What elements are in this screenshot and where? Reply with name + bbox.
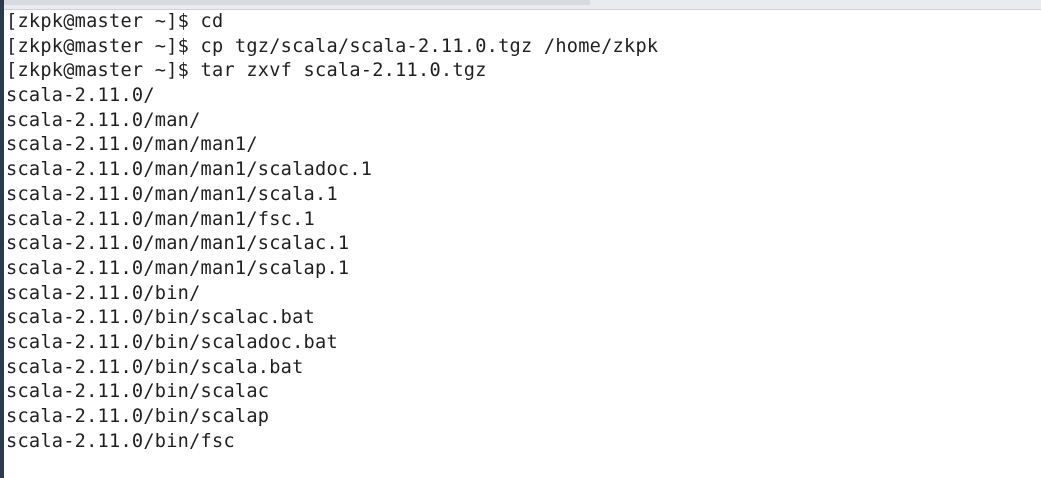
terminal-line: scala-2.11.0/man/man1/scalac.1 <box>6 233 350 255</box>
terminal-line: scala-2.11.0/man/man1/ <box>6 134 258 156</box>
terminal-line: [zkpk@master ~]$ cd <box>6 11 224 32</box>
window-left-edge <box>0 0 4 478</box>
terminal-line: scala-2.11.0/bin/fsc <box>6 430 235 452</box>
terminal-line: scala-2.11.0/bin/scalac.bat <box>6 307 315 329</box>
terminal-line: scala-2.11.0/man/man1/scaladoc.1 <box>6 159 373 181</box>
terminal-line: scala-2.11.0/man/man1/scala.1 <box>6 183 338 205</box>
window-title-remnant <box>0 0 590 5</box>
terminal-line: scala-2.11.0/bin/scaladoc.bat <box>6 331 338 353</box>
terminal-window: [zkpk@master ~]$ cd [zkpk@master ~]$ cp … <box>0 0 1041 478</box>
terminal-line: scala-2.11.0/man/ <box>6 109 201 131</box>
terminal-line: scala-2.11.0/ <box>6 85 155 107</box>
terminal-line: scala-2.11.0/bin/scalap <box>6 406 270 427</box>
window-top-strip <box>0 0 1041 10</box>
terminal-line: scala-2.11.0/bin/scala.bat <box>6 356 304 378</box>
terminal-line: [zkpk@master ~]$ tar zxvf scala-2.11.0.t… <box>6 60 487 82</box>
terminal-line: [zkpk@master ~]$ cp tgz/scala/scala-2.11… <box>6 35 659 57</box>
terminal-line: scala-2.11.0/man/man1/fsc.1 <box>6 208 315 230</box>
terminal-scrollbar[interactable] <box>1031 10 1041 476</box>
terminal-line: scala-2.11.0/man/man1/scalap.1 <box>6 257 350 279</box>
terminal-output[interactable]: [zkpk@master ~]$ cd [zkpk@master ~]$ cp … <box>6 10 1026 476</box>
terminal-line: scala-2.11.0/bin/scalac <box>6 381 270 403</box>
terminal-line: scala-2.11.0/bin/ <box>6 282 201 304</box>
